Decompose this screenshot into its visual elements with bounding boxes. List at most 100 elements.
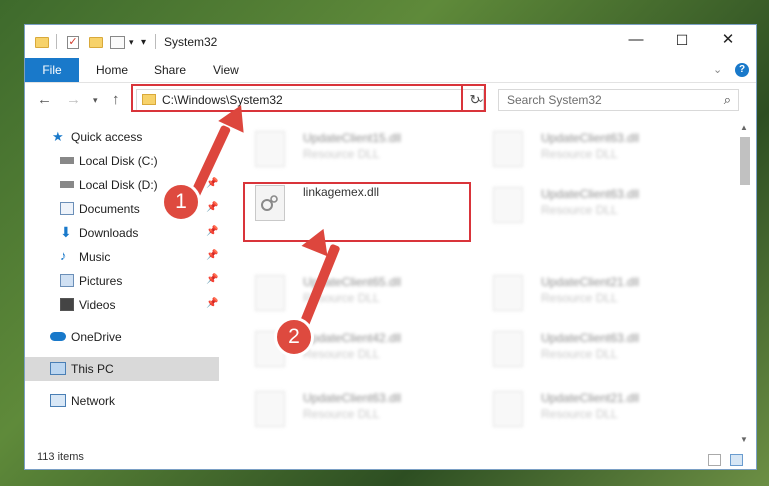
dll-file-icon bbox=[255, 275, 285, 311]
view-options-icon[interactable] bbox=[110, 33, 125, 51]
pin-icon[interactable]: 📌 bbox=[206, 226, 218, 237]
sidebar-item-label: Local Disk (D:) bbox=[79, 178, 158, 192]
file-name: UpdateClient63.dll bbox=[541, 131, 640, 145]
documents-icon bbox=[60, 202, 74, 215]
close-button[interactable]: ✕ bbox=[705, 25, 751, 55]
properties-check-icon[interactable]: ✓ bbox=[67, 33, 79, 51]
file-item[interactable]: UpdateClient65.dll Resource DLL bbox=[245, 267, 471, 317]
file-type: Resource DLL bbox=[541, 147, 618, 161]
dll-file-icon bbox=[493, 391, 523, 427]
up-arrow-icon[interactable]: ↑ bbox=[112, 91, 120, 108]
sidebar-item-label: Network bbox=[71, 394, 116, 408]
sidebar-item-label: Downloads bbox=[79, 226, 139, 240]
sidebar-item-onedrive[interactable]: OneDrive bbox=[25, 325, 219, 349]
search-input[interactable]: Search System32 ⌕ bbox=[498, 89, 739, 111]
file-name: UpdateClient63.dll bbox=[303, 391, 402, 405]
expand-ribbon-icon[interactable]: ⌄ bbox=[713, 63, 722, 76]
address-bar-highlight bbox=[131, 84, 486, 112]
scroll-thumb[interactable] bbox=[740, 137, 750, 185]
videos-icon bbox=[60, 298, 74, 311]
divider bbox=[155, 34, 156, 49]
forward-arrow-icon[interactable]: → bbox=[66, 91, 81, 108]
sidebar-item-label: Quick access bbox=[71, 130, 143, 144]
scroll-down-icon[interactable]: ▼ bbox=[740, 435, 748, 444]
dll-file-icon bbox=[493, 187, 523, 223]
pin-icon[interactable]: 📌 bbox=[206, 178, 218, 189]
download-icon: ⬇ bbox=[60, 224, 72, 240]
dll-file-icon bbox=[493, 275, 523, 311]
tab-file[interactable]: File bbox=[25, 58, 79, 82]
sidebar-item-label: Documents bbox=[79, 202, 140, 216]
computer-icon bbox=[50, 362, 66, 375]
status-item-count: 113 items bbox=[37, 451, 84, 463]
sidebar-item-label: Pictures bbox=[79, 274, 123, 288]
sidebar-item-videos[interactable]: Videos 📌 bbox=[25, 293, 219, 317]
refresh-highlight bbox=[461, 84, 486, 112]
music-icon: ♪ bbox=[60, 248, 67, 263]
divider bbox=[56, 34, 57, 49]
sidebar-item-network[interactable]: Network bbox=[25, 389, 219, 413]
file-type: Resource DLL bbox=[303, 347, 380, 361]
pin-icon[interactable]: 📌 bbox=[206, 250, 218, 261]
pin-icon[interactable]: 📌 bbox=[206, 274, 218, 285]
file-item[interactable]: UpdateClient63.dll Resource DLL bbox=[483, 179, 709, 229]
tab-share[interactable]: Share bbox=[154, 58, 186, 82]
search-placeholder: Search System32 bbox=[507, 93, 602, 107]
network-icon bbox=[50, 394, 66, 407]
sidebar-item-downloads[interactable]: ⬇ Downloads 📌 bbox=[25, 221, 219, 245]
sidebar-item-this-pc[interactable]: This PC bbox=[25, 357, 219, 381]
file-item[interactable]: UpdateClient63.dll Resource DLL bbox=[245, 383, 471, 433]
file-item[interactable]: UpdateClient15.dll Resource DLL bbox=[245, 123, 471, 173]
drive-icon bbox=[60, 181, 74, 188]
cloud-icon bbox=[50, 332, 66, 341]
pin-icon[interactable]: 📌 bbox=[206, 298, 218, 309]
file-list: UpdateClient15.dll Resource DLL UpdateCl… bbox=[235, 121, 739, 451]
sidebar-item-quick-access[interactable]: ★ Quick access bbox=[25, 125, 219, 149]
window-title: System32 bbox=[164, 35, 218, 49]
dll-file-icon bbox=[493, 131, 523, 167]
drive-icon bbox=[60, 157, 74, 164]
sidebar-item-label: OneDrive bbox=[71, 330, 122, 344]
customize-chevron-icon[interactable]: ▾ bbox=[129, 33, 134, 51]
file-name: UpdateClient63.dll bbox=[541, 187, 640, 201]
file-name: UpdateClient21.dll bbox=[541, 391, 640, 405]
file-name: UpdateClient63.dll bbox=[541, 331, 640, 345]
navigation-pane: ★ Quick access Local Disk (C:) Local Dis… bbox=[25, 123, 225, 423]
dll-file-icon bbox=[255, 131, 285, 167]
new-folder-icon[interactable] bbox=[89, 33, 103, 51]
star-icon: ★ bbox=[52, 129, 64, 144]
file-name: UpdateClient21.dll bbox=[541, 275, 640, 289]
file-item[interactable]: UpdateClient63.dll Resource DLL bbox=[483, 123, 709, 173]
search-icon[interactable]: ⌕ bbox=[724, 92, 731, 108]
file-item[interactable]: UpdateClient21.dll Resource DLL bbox=[483, 267, 709, 317]
details-view-icon[interactable] bbox=[708, 454, 721, 466]
minimize-button[interactable]: — bbox=[613, 25, 659, 55]
dll-file-icon bbox=[493, 331, 523, 367]
tab-view[interactable]: View bbox=[213, 58, 239, 82]
file-type: Resource DLL bbox=[541, 291, 618, 305]
sidebar-item-pictures[interactable]: Pictures 📌 bbox=[25, 269, 219, 293]
sidebar-item-label: Videos bbox=[79, 298, 116, 312]
sidebar-item-music[interactable]: ♪ Music 📌 bbox=[25, 245, 219, 269]
title-bar: ✓ ▾ ▾ System32 — ☐ ✕ bbox=[25, 25, 756, 59]
maximize-button[interactable]: ☐ bbox=[659, 25, 705, 55]
tab-home[interactable]: Home bbox=[96, 58, 128, 82]
sidebar-item-local-disk-c[interactable]: Local Disk (C:) bbox=[25, 149, 219, 173]
file-type: Resource DLL bbox=[541, 407, 618, 421]
file-item[interactable]: UpdateClient21.dll Resource DLL bbox=[483, 383, 709, 433]
pictures-icon bbox=[60, 274, 74, 287]
vertical-scrollbar[interactable]: ▲ ▼ bbox=[738, 123, 752, 445]
pin-icon[interactable]: 📌 bbox=[206, 202, 218, 213]
file-type: Resource DLL bbox=[541, 347, 618, 361]
recent-locations-icon[interactable]: ▾ bbox=[93, 95, 98, 106]
back-arrow-icon[interactable]: ← bbox=[37, 91, 52, 108]
large-icons-view-icon[interactable] bbox=[730, 454, 743, 466]
sidebar-item-label: This PC bbox=[71, 362, 114, 376]
scroll-up-icon[interactable]: ▲ bbox=[740, 123, 748, 132]
file-type: Resource DLL bbox=[541, 203, 618, 217]
callout-badge-2: 2 bbox=[274, 317, 314, 357]
file-item[interactable]: UpdateClient63.dll Resource DLL bbox=[483, 323, 709, 373]
customize-menu-icon[interactable]: ▾ bbox=[141, 33, 146, 51]
folder-icon bbox=[35, 33, 49, 51]
help-icon[interactable]: ? bbox=[735, 63, 749, 77]
